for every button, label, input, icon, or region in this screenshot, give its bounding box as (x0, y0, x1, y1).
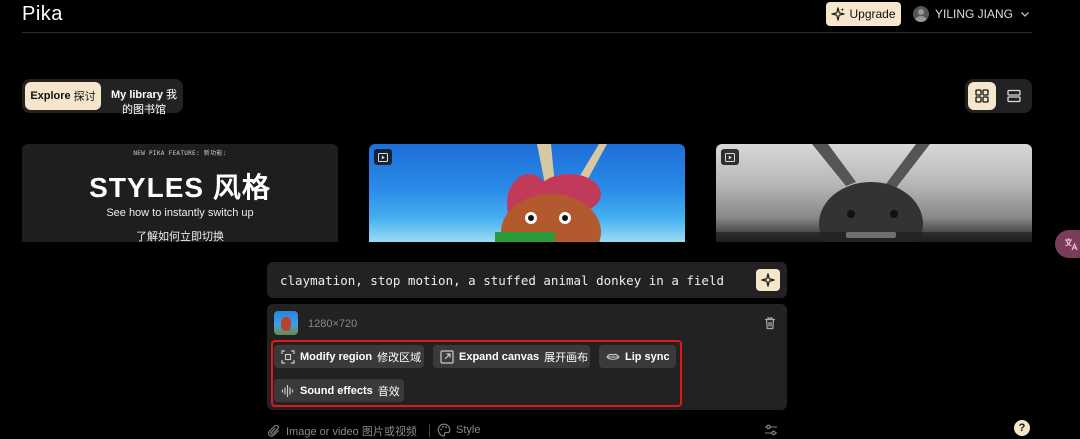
tab-library-cn-2: 的图书馆 (122, 104, 166, 116)
styles-feature-card[interactable]: NEW PIKA FEATURE: 新功能: STYLES 风格 See how… (22, 144, 338, 242)
modify-region-label: Modify region (300, 350, 373, 363)
select-region-icon (281, 349, 295, 364)
prompt-input[interactable]: claymation, stop motion, a stuffed anima… (267, 262, 787, 298)
prompt-text[interactable]: claymation, stop motion, a stuffed anima… (280, 273, 724, 288)
expand-icon (440, 349, 454, 364)
sound-effects-cn: 音效 (377, 385, 400, 398)
grid-icon (975, 89, 989, 103)
attach-media-button[interactable]: Image or video 图片或视频 (267, 423, 417, 439)
expand-canvas-cn: 展开画布 (544, 351, 589, 364)
list-icon (1007, 89, 1021, 103)
style-button[interactable]: Style (437, 423, 480, 437)
translate-icon (1065, 238, 1078, 251)
tab-explore-label: Explore (30, 90, 71, 102)
sparkle-icon (761, 273, 775, 287)
pika-logo[interactable]: Pika (22, 3, 63, 26)
tab-explore-cn: 探讨 (73, 91, 96, 103)
lip-sync-button[interactable]: Lip sync (599, 345, 676, 368)
prompt-options-bar: Image or video 图片或视频 Style (267, 421, 787, 439)
sliders-icon (765, 424, 777, 436)
sound-effects-button[interactable]: Sound effects 音效 (274, 379, 404, 402)
feature-subtitle-en: See how to instantly switch up (106, 207, 254, 219)
tab-library-label: My library (110, 89, 163, 101)
tab-library-cn-1: 我 (166, 89, 178, 101)
generate-button[interactable] (756, 269, 780, 291)
resolution-label: 1280×720 (308, 318, 358, 330)
video-play-icon (721, 149, 739, 165)
tab-explore[interactable]: Explore 探讨 (25, 82, 101, 110)
top-bar: Pika Upgrade YILING JIANG (0, 0, 1080, 32)
modify-region-button[interactable]: Modify region 修改区域 (274, 345, 424, 368)
lips-icon (606, 353, 620, 360)
modify-region-cn: 修改区域 (377, 351, 422, 364)
expand-canvas-label: Expand canvas (459, 350, 540, 363)
grid-view-button[interactable] (968, 82, 996, 110)
paperclip-icon (268, 424, 279, 437)
expand-canvas-button[interactable]: Expand canvas 展开画布 (433, 345, 590, 368)
lip-sync-label: Lip sync (625, 350, 670, 363)
layout-toggle (965, 79, 1032, 113)
trash-icon (765, 317, 775, 330)
header-divider (22, 32, 1032, 33)
waveform-icon (281, 384, 294, 397)
source-thumbnail[interactable] (274, 311, 298, 335)
bw-donkey-image (716, 144, 1032, 242)
palette-icon (437, 423, 451, 437)
view-tabs: Explore 探讨 My library 我 的图书馆 (22, 79, 183, 116)
style-label: Style (456, 424, 481, 436)
tab-my-library[interactable]: My library 我 的图书馆 (106, 88, 182, 118)
video-card-claymation-donkey[interactable] (369, 144, 685, 242)
bottom-divider (429, 424, 430, 437)
translate-fab[interactable] (1055, 230, 1080, 258)
delete-button[interactable] (763, 316, 777, 335)
settings-button[interactable] (764, 423, 778, 439)
upgrade-button[interactable]: Upgrade (826, 2, 901, 26)
video-play-icon (374, 149, 392, 165)
attach-media-label: Image or video 图片或视频 (286, 426, 417, 438)
sparkle-icon (831, 7, 846, 21)
help-button[interactable]: ? (1014, 420, 1030, 436)
claymation-donkey-image (495, 144, 607, 242)
sound-effects-label: Sound effects (300, 384, 373, 397)
list-view-button[interactable] (1000, 82, 1028, 110)
avatar (913, 6, 929, 22)
feature-title: STYLES 风格 (89, 172, 271, 203)
chevron-down-icon (1021, 12, 1029, 17)
upgrade-label: Upgrade (849, 7, 896, 21)
user-name: YILING JIANG (935, 7, 1014, 21)
video-card-bw-donkey[interactable] (716, 144, 1032, 242)
feature-subtitle-cn: 了解如何立即切换 (136, 231, 224, 242)
user-menu[interactable]: YILING JIANG (913, 4, 1031, 24)
feature-eyebrow: NEW PIKA FEATURE: 新功能: (133, 150, 227, 157)
